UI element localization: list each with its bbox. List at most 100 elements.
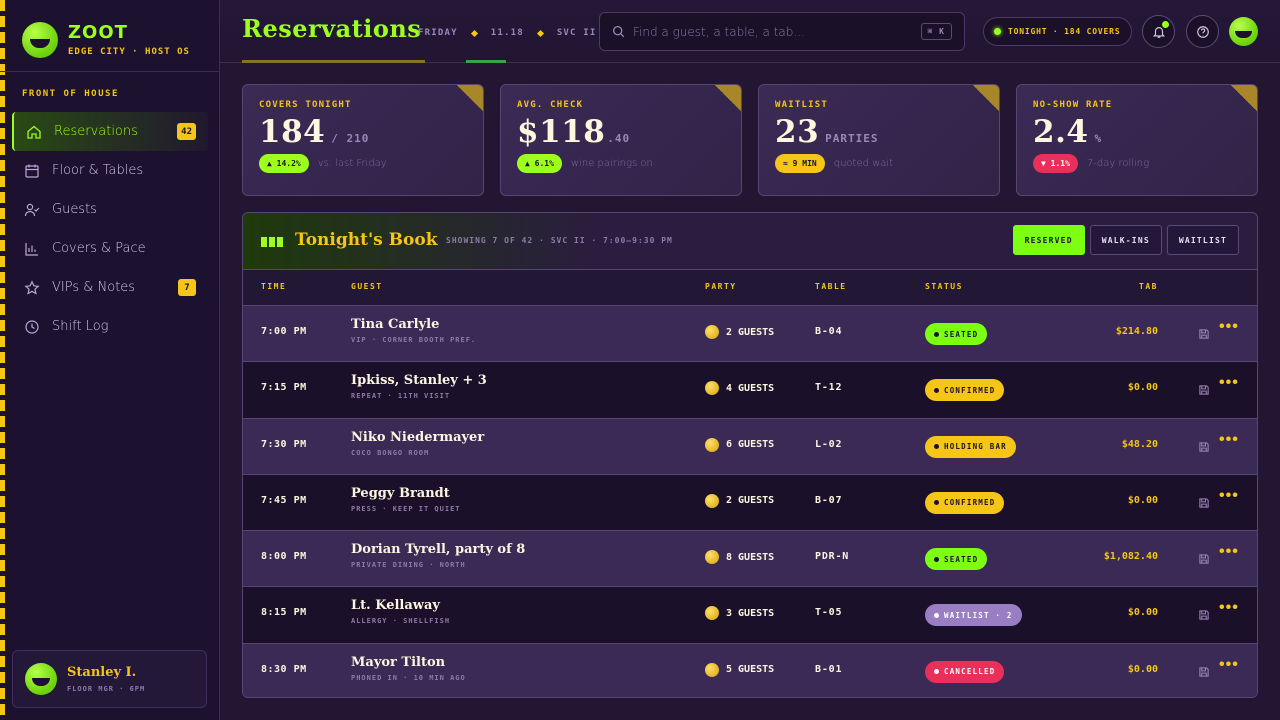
stat-card-waitlist[interactable]: WAITLIST 23 PARTIES ≈ 9 MIN quoted wait [758,84,1000,196]
stat-note: 7-day rolling [1086,158,1150,169]
stat-note: vs. last Friday [317,158,387,169]
party-size-label: 2 GUESTS [726,326,775,338]
count-badge: 42 [177,123,196,140]
stat-value: 184 [259,114,326,150]
guest-note: PHONED IN · 10 MIN AGO [351,673,466,682]
party-size-label: 5 GUESTS [726,664,775,676]
column-header-tab[interactable]: TAB [1139,282,1158,291]
brand-subtitle: EDGE CITY · HOST OS [68,46,190,57]
user-card[interactable]: Stanley I. FLOOR MGR · 6PM [12,650,207,708]
more-options-icon[interactable]: ••• [1219,487,1239,503]
status-cell: WAITLIST · 2 [925,604,1022,627]
filter-walk-ins[interactable]: WALK-INS [1089,225,1162,255]
table-row[interactable]: 7:30 PM Niko Niedermayer COCO BONGO ROOM 6 … [243,418,1257,475]
sidebar-item-guests[interactable]: Guests [12,190,208,229]
more-options-icon[interactable]: ••• [1219,544,1239,560]
sidebar-item-covers-pace[interactable]: Covers & Pace [12,229,208,268]
sidebar-item-label: Reservations [54,124,138,139]
sidebar-item-vips-notes[interactable]: VIPs & Notes 7 [12,268,208,307]
sidebar-item-label: VIPs & Notes [52,280,136,295]
table-row[interactable]: 7:15 PM Ipkiss, Stanley + 3 REPEAT · 11TH … [243,362,1257,419]
filter-reserved[interactable]: RESERVED [1012,225,1085,255]
table-row[interactable]: 8:30 PM Mayor Tilton PHONED IN · 10 MIN AG… [243,643,1257,697]
column-header-table[interactable]: TABLE [815,282,847,291]
stat-card-covers[interactable]: COVERS TONIGHT 184 / 210 ▲ 14.2% vs. las… [242,84,484,196]
nav-section-title: FRONT OF HOUSE [22,89,119,99]
stat-label: AVG. CHECK [517,100,584,110]
guest-name[interactable]: Peggy Brandt [351,486,461,501]
stat-card-avg-check[interactable]: AVG. CHECK $118 .40 ▲ 6.1% wine pairings… [500,84,742,196]
filter-waitlist[interactable]: WAITLIST [1166,225,1239,255]
search-box[interactable]: ⌘ K [599,12,965,51]
status-badge: HOLDING BAR [925,435,1016,458]
sidebar-item-floor-tables[interactable]: Floor & Tables [12,151,208,190]
notifications-button[interactable] [1142,15,1175,48]
guest-note: ALLERGY · SHELLFISH [351,617,451,626]
reservation-time: 7:30 PM [261,438,307,450]
table-id: B-04 [815,326,843,337]
service-label: SVC II [556,28,597,38]
title-underline-accent [466,60,506,63]
more-options-icon[interactable]: ••• [1219,656,1239,672]
table-id: T-12 [815,382,843,394]
search-input[interactable] [633,24,921,39]
sidebar-item-label: Covers & Pace [52,241,146,256]
more-options-icon[interactable]: ••• [1219,600,1239,616]
stat-card-no-show[interactable]: NO-SHOW RATE 2.4 % ▼ 1.1% 7-day rolling [1016,84,1258,196]
search-icon [612,25,625,38]
guest-name[interactable]: Tina Carlyle [351,317,476,332]
save-icon[interactable] [1198,440,1210,452]
reservation-time: 7:45 PM [261,494,307,506]
save-icon[interactable] [1198,383,1210,395]
user-check-icon [24,202,40,218]
panel-header: Tonight's Book SHOWING 7 OF 42 · SVC II … [243,213,1257,270]
divider [0,71,219,72]
table-row[interactable]: 7:00 PM Tina Carlyle VIP · CORNER BOOTH PR… [243,306,1257,363]
guest-cell: Tina Carlyle VIP · CORNER BOOTH PREF. [351,317,476,344]
table-row[interactable]: 8:15 PM Lt. Kellaway ALLERGY · SHELLFISH 3 … [243,587,1257,644]
party-size: 5 GUESTS [705,662,775,677]
reservation-time: 8:30 PM [261,663,307,675]
more-options-icon[interactable]: ••• [1219,375,1239,391]
diamond-icon [536,29,544,37]
guest-name[interactable]: Niko Niedermayer [351,430,484,445]
help-button[interactable] [1186,15,1219,48]
sidebar-item-reservations[interactable]: Reservations 42 [12,112,208,151]
status-badge: SEATED [925,323,988,345]
save-icon[interactable] [1198,608,1210,621]
reservation-time: 7:00 PM [261,326,307,337]
save-icon[interactable] [1198,665,1210,677]
column-header-party[interactable]: PARTY [705,282,737,291]
status-badge: CONFIRMED [925,491,1005,514]
live-dot-icon [994,28,1001,35]
count-badge: 7 [178,279,196,296]
table-body: 7:00 PM Tina Carlyle VIP · CORNER BOOTH PR… [243,306,1257,697]
avatar [1229,17,1258,46]
save-icon[interactable] [1198,327,1210,339]
sidebar-item-label: Shift Log [52,319,109,334]
sidebar-item-shift-log[interactable]: Shift Log [12,307,208,346]
party-size: 4 GUESTS [705,381,774,396]
tonight-covers-pill[interactable]: TONIGHT · 184 COVERS [983,17,1132,46]
column-header-status[interactable]: STATUS [925,282,963,291]
guest-name[interactable]: Ipkiss, Stanley + 3 [351,373,487,388]
profile-avatar[interactable] [1229,17,1258,46]
guest-name[interactable]: Mayor Tilton [351,655,466,670]
brand[interactable]: ZOOT EDGE CITY · HOST OS [22,16,190,64]
tab-amount: $0.00 [1127,382,1158,394]
party-size-label: 3 GUESTS [726,607,775,619]
table-row[interactable]: 8:00 PM Dorian Tyrell, party of 8 PRIVATE … [243,531,1257,588]
save-icon[interactable] [1198,496,1210,508]
column-header-guest[interactable]: GUEST [351,282,383,291]
reservation-time: 7:15 PM [261,382,307,394]
guest-name[interactable]: Dorian Tyrell, party of 8 [351,542,525,557]
more-options-icon[interactable]: ••• [1219,319,1239,335]
guest-note: PRESS · KEEP IT QUIET [351,504,461,513]
guest-name[interactable]: Lt. Kellaway [351,598,450,613]
save-icon[interactable] [1198,552,1210,564]
more-options-icon[interactable]: ••• [1219,431,1239,447]
table-row[interactable]: 7:45 PM Peggy Brandt PRESS · KEEP IT QUIET… [243,474,1257,532]
corner-tab [1231,85,1257,111]
coin-icon [705,437,719,452]
column-header-time[interactable]: TIME [261,282,286,291]
